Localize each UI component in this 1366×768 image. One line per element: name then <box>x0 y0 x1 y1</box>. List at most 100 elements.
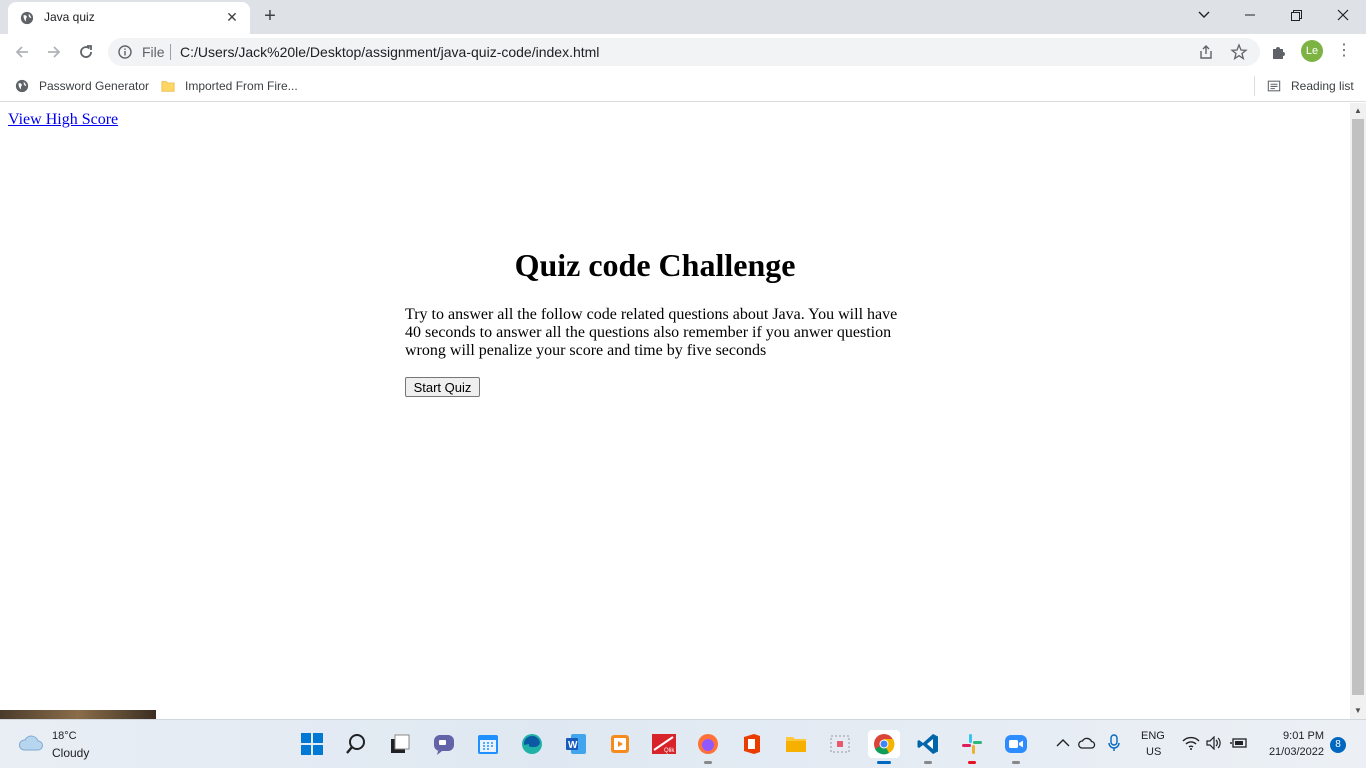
onedrive-icon[interactable] <box>1078 736 1096 750</box>
weather-temperature[interactable]: 18°C <box>52 730 77 742</box>
firefox-app-button[interactable] <box>694 730 722 764</box>
svg-text:Qlik: Qlik <box>664 748 675 754</box>
volume-icon[interactable] <box>1206 736 1222 750</box>
info-icon[interactable] <box>118 45 132 59</box>
close-icon <box>1337 9 1349 21</box>
firefox-icon <box>698 734 718 754</box>
address-url[interactable]: C:/Users/Jack%20le/Desktop/assignment/ja… <box>180 44 599 60</box>
slack-app-button[interactable] <box>958 730 986 764</box>
bookmark-password-generator[interactable]: Password Generator <box>15 77 149 95</box>
page-title: Quiz code Challenge <box>514 247 796 283</box>
edge-icon <box>522 734 542 754</box>
browser-toolbar: File C:/Users/Jack%20le/Desktop/assignme… <box>0 34 1366 70</box>
folder-icon <box>161 81 175 92</box>
chrome-icon <box>874 734 895 755</box>
page-viewport: View High Score Quiz code Challenge Try … <box>0 103 1350 719</box>
running-indicator <box>924 761 932 764</box>
arrow-left-icon <box>15 46 28 58</box>
browser-tab[interactable]: Java quiz ✕ <box>8 2 250 34</box>
notification-badge[interactable]: 8 <box>1330 737 1346 753</box>
restore-icon <box>1290 9 1302 21</box>
office-app-button[interactable] <box>738 730 766 758</box>
file-explorer-button[interactable] <box>782 730 810 758</box>
scroll-thumb[interactable] <box>1352 119 1364 695</box>
share-icon[interactable] <box>1198 44 1214 60</box>
snipping-icon <box>830 735 850 753</box>
word-app-button[interactable]: W <box>562 730 590 758</box>
address-scheme-label: File <box>142 44 165 60</box>
cloud-icon[interactable] <box>18 733 44 753</box>
bookmarks-divider <box>1254 76 1255 96</box>
slack-icon <box>962 734 982 754</box>
tab-search-button[interactable] <box>1181 0 1227 30</box>
qlik-app-button[interactable]: Qlik <box>650 730 678 758</box>
restore-button[interactable] <box>1273 0 1319 30</box>
tab-strip: Java quiz ✕ + <box>0 0 1366 34</box>
close-window-button[interactable] <box>1320 0 1366 30</box>
start-quiz-button[interactable]: Start Quiz <box>405 377 480 397</box>
media-player-icon <box>611 735 629 753</box>
windows-logo-icon <box>301 733 323 755</box>
forward-button[interactable] <box>42 40 66 64</box>
wifi-icon[interactable] <box>1182 736 1200 750</box>
reading-list-icon <box>1267 80 1281 92</box>
search-icon <box>346 734 365 754</box>
reading-list-button[interactable]: Reading list <box>1267 77 1354 95</box>
zoom-app-button[interactable] <box>1002 730 1030 764</box>
back-button[interactable] <box>10 40 34 64</box>
bookmark-label: Password Generator <box>39 79 150 93</box>
edge-browser-button[interactable] <box>518 730 546 758</box>
reload-icon <box>80 45 92 58</box>
vscode-icon <box>917 734 938 754</box>
address-separator <box>170 44 171 60</box>
running-indicator <box>704 761 712 764</box>
microphone-icon[interactable] <box>1108 734 1120 752</box>
task-view-icon <box>391 734 410 753</box>
bookmarks-bar: Password Generator Imported From Fire...… <box>0 70 1366 102</box>
battery-icon[interactable] <box>1230 736 1248 750</box>
reading-list-label: Reading list <box>1291 79 1354 93</box>
minimize-button[interactable] <box>1227 0 1273 30</box>
chat-icon <box>434 735 454 755</box>
minimize-icon <box>1245 14 1255 16</box>
running-indicator <box>1012 761 1020 764</box>
language-indicator-bottom[interactable]: US <box>1146 746 1161 758</box>
media-app-button[interactable] <box>606 730 634 758</box>
snipping-app-button[interactable] <box>826 730 854 758</box>
start-button[interactable] <box>298 730 326 758</box>
calendar-app-button[interactable] <box>474 730 502 758</box>
teams-chat-button[interactable] <box>430 730 458 758</box>
new-tab-button[interactable]: + <box>258 5 282 29</box>
scroll-up-arrow-icon[interactable]: ▲ <box>1354 107 1362 115</box>
active-indicator <box>877 761 891 764</box>
qlik-icon: Qlik <box>652 734 676 754</box>
word-icon: W <box>566 734 586 754</box>
address-bar[interactable]: File C:/Users/Jack%20le/Desktop/assignme… <box>108 38 1260 66</box>
page-scrollbar[interactable]: ▲ ▼ <box>1350 103 1366 719</box>
chrome-app-button[interactable] <box>868 730 900 764</box>
vscode-app-button[interactable] <box>914 730 942 764</box>
star-icon[interactable] <box>1230 43 1248 61</box>
svg-text:W: W <box>568 740 578 751</box>
show-hidden-icons-chevron-icon[interactable] <box>1056 738 1070 748</box>
reload-button[interactable] <box>74 40 98 64</box>
taskbar-search-button[interactable] <box>342 730 370 758</box>
running-indicator <box>968 761 976 764</box>
task-view-button[interactable] <box>386 730 414 758</box>
bookmark-imported-folder[interactable]: Imported From Fire... <box>161 77 298 95</box>
scroll-down-arrow-icon[interactable]: ▼ <box>1354 707 1362 715</box>
tab-title: Java quiz <box>44 10 95 24</box>
clock-date[interactable]: 21/03/2022 <box>1262 746 1324 758</box>
more-menu-icon[interactable]: ⋮ <box>1334 42 1354 62</box>
profile-avatar[interactable]: Le <box>1301 40 1323 62</box>
extensions-icon[interactable] <box>1270 43 1288 61</box>
language-indicator-top[interactable]: ENG <box>1141 730 1165 742</box>
view-high-score-link[interactable]: View High Score <box>8 111 118 129</box>
calendar-icon <box>478 735 498 754</box>
folder-icon <box>786 737 806 752</box>
quiz-description: Try to answer all the follow code relate… <box>405 306 898 359</box>
weather-description[interactable]: Cloudy <box>52 746 89 760</box>
clock-time[interactable]: 9:01 PM <box>1270 730 1324 742</box>
tab-close-icon[interactable]: ✕ <box>224 9 240 25</box>
zoom-icon <box>1005 735 1027 753</box>
